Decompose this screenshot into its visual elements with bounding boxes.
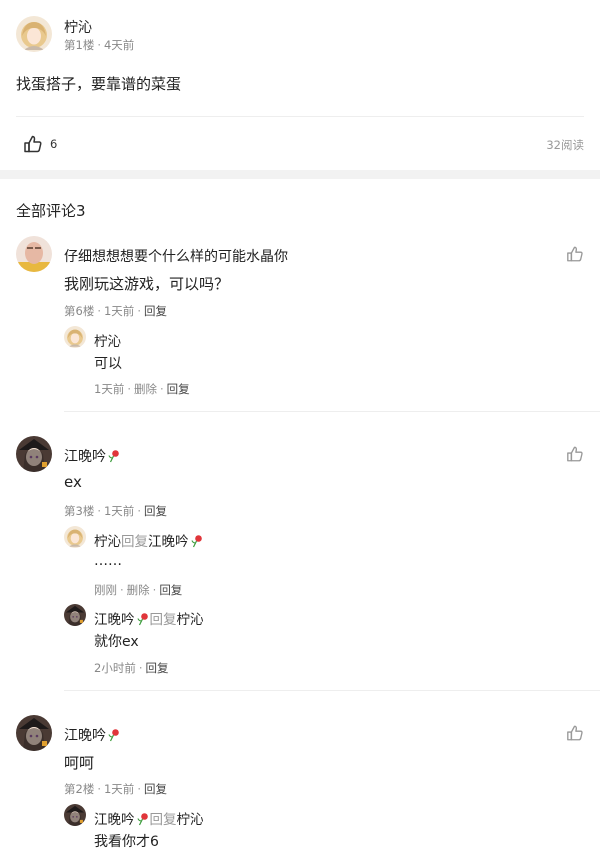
- reply-author-line: 江晚吟 回复柠沁: [94, 608, 204, 628]
- reply-button[interactable]: 回复: [159, 583, 182, 597]
- comment-floor: 第2楼: [64, 782, 95, 796]
- comment-author[interactable]: 江晚吟: [64, 446, 121, 466]
- rose-emoji-icon: [190, 534, 204, 548]
- reply-button[interactable]: 回复: [167, 382, 190, 396]
- reply-author[interactable]: 柠沁: [94, 330, 121, 350]
- reply-text: ……: [94, 553, 122, 569]
- reply-button[interactable]: 回复: [144, 504, 167, 518]
- comment-like-icon[interactable]: [566, 445, 584, 463]
- reply-avatar[interactable]: [64, 526, 86, 548]
- reply-target[interactable]: 柠沁: [177, 812, 204, 828]
- reply-author[interactable]: 柠沁: [94, 534, 121, 550]
- separator: ·: [97, 504, 101, 518]
- reply-author[interactable]: 江晚吟: [94, 612, 135, 628]
- comment-time: 1天前: [103, 504, 135, 518]
- reply-avatar[interactable]: [64, 326, 86, 348]
- comment-meta: 第6楼 · 1天前 · 回复: [64, 303, 167, 319]
- separator: ·: [97, 38, 101, 52]
- separator: ·: [137, 782, 141, 796]
- reply-text: 我看你才6: [94, 834, 159, 850]
- reply-meta: 刚刚 · 删除 · 回复: [94, 582, 182, 598]
- reply-author-line: 江晚吟 回复柠沁: [94, 808, 204, 828]
- post-like-count: 6: [50, 137, 58, 151]
- section-gap: [0, 170, 600, 179]
- comment-avatar[interactable]: [16, 236, 52, 272]
- separator: ·: [137, 304, 141, 318]
- reply-text: 就你ex: [94, 634, 139, 650]
- comments-header: 全部评论3: [16, 202, 86, 220]
- post-floor: 第1楼: [64, 38, 95, 52]
- reply-avatar[interactable]: [64, 604, 86, 626]
- rose-emoji-icon: [107, 728, 121, 742]
- separator: ·: [152, 583, 157, 597]
- comment-divider: [64, 690, 600, 691]
- comment-text: 我刚玩这游戏，可以吗？: [64, 275, 230, 293]
- post-author-avatar[interactable]: [16, 16, 52, 52]
- reply-button[interactable]: 回复: [144, 304, 167, 318]
- reply-to-label: 回复: [149, 612, 177, 628]
- rose-emoji-icon: [136, 812, 150, 826]
- reply-time: 2小时前: [94, 661, 136, 675]
- comment-like-icon[interactable]: [566, 245, 584, 263]
- reply-time: 1天前: [94, 382, 125, 396]
- comment-author-name[interactable]: 江晚吟: [64, 449, 106, 465]
- reply-to-label: 回复: [121, 534, 148, 550]
- reply-meta: 2小时前 · 回复: [94, 660, 168, 676]
- reply-button[interactable]: 回复: [144, 782, 167, 796]
- reply-target[interactable]: 柠沁: [177, 612, 204, 628]
- separator: ·: [97, 304, 101, 318]
- comment-like-icon[interactable]: [566, 724, 584, 742]
- delete-button[interactable]: 删除: [134, 382, 157, 396]
- reply-meta: 1天前 · 删除 · 回复: [94, 381, 190, 397]
- comment-text: ex: [64, 473, 82, 491]
- reply-text: 可以: [94, 356, 122, 372]
- post-author-name[interactable]: 柠沁: [64, 17, 92, 37]
- separator: ·: [159, 382, 164, 396]
- separator: ·: [127, 382, 131, 396]
- comment-floor: 第3楼: [64, 504, 95, 518]
- comment-meta: 第2楼 · 1天前 · 回复: [64, 781, 167, 797]
- comment-avatar[interactable]: [16, 715, 52, 751]
- comment-author[interactable]: 江晚吟: [64, 725, 121, 745]
- reply-avatar[interactable]: [64, 804, 86, 826]
- comment-divider: [64, 411, 600, 412]
- post-divider: [16, 116, 584, 117]
- rose-emoji-icon: [107, 449, 121, 463]
- comment-floor: 第6楼: [64, 304, 95, 318]
- reply-author[interactable]: 江晚吟: [94, 812, 135, 828]
- post-time: 4天前: [103, 38, 135, 52]
- separator: ·: [138, 661, 143, 675]
- reply-author-line: 柠沁回复江晚吟: [94, 530, 204, 550]
- comment-avatar[interactable]: [16, 436, 52, 472]
- separator: ·: [120, 583, 124, 597]
- rose-emoji-icon: [136, 612, 150, 626]
- comment-time: 1天前: [103, 304, 135, 318]
- post-like-icon[interactable]: [23, 134, 43, 154]
- comment-time: 1天前: [103, 782, 135, 796]
- post-meta: 第1楼 · 4天前: [64, 37, 134, 53]
- separator: ·: [97, 782, 101, 796]
- reply-button[interactable]: 回复: [145, 661, 168, 675]
- reply-target[interactable]: 江晚吟: [148, 534, 189, 550]
- separator: ·: [137, 504, 141, 518]
- comment-meta: 第3楼 · 1天前 · 回复: [64, 503, 167, 519]
- comment-text: 呵呵: [64, 754, 95, 772]
- delete-button[interactable]: 删除: [127, 583, 150, 597]
- reply-time: 刚刚: [94, 583, 117, 597]
- comment-author[interactable]: 仔细想想想要个什么样的可能水晶你: [64, 246, 288, 266]
- comment-author-name[interactable]: 江晚吟: [64, 728, 106, 744]
- post-content: 找蛋搭子，要靠谱的菜蛋: [16, 75, 182, 93]
- reply-to-label: 回复: [149, 812, 177, 828]
- post-read-count: 32阅读: [546, 138, 584, 152]
